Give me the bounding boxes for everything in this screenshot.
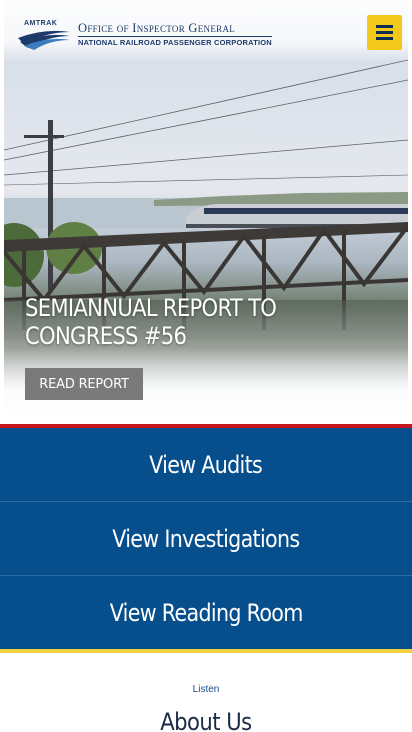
hamburger-icon (376, 25, 393, 28)
oig-logo[interactable]: AMTRAK Office of Inspector General NATIO… (16, 20, 272, 50)
hero-image (4, 0, 408, 424)
view-reading-room-label: View Reading Room (109, 599, 304, 627)
amtrak-logo-icon: AMTRAK (16, 20, 72, 50)
listen-link[interactable]: Listen (0, 684, 412, 695)
view-reading-room-link[interactable]: View Reading Room (0, 576, 412, 650)
about-us-heading: About Us (0, 708, 412, 732)
view-audits-label: View Audits (149, 450, 264, 479)
view-audits-link[interactable]: View Audits (0, 428, 412, 502)
read-report-button[interactable]: READ REPORT (25, 368, 143, 400)
hero-title: SEMIANNUAL REPORT TO CONGRESS #56 (25, 294, 277, 350)
view-investigations-label: View Investigations (112, 524, 300, 553)
view-investigations-link[interactable]: View Investigations (0, 502, 412, 576)
quick-links: View Audits View Investigations View Rea… (0, 428, 412, 650)
menu-button[interactable] (367, 15, 402, 50)
hero-section: AMTRAK Office of Inspector General NATIO… (0, 0, 412, 428)
logo-title: Office of Inspector General (78, 21, 236, 35)
train-bridge-photo (4, 59, 408, 424)
about-us-label: About Us (160, 708, 252, 732)
yellow-divider (0, 649, 412, 653)
logo-subtitle: NATIONAL RAILROAD PASSENGER CORPORATION (78, 38, 272, 47)
site-header: AMTRAK Office of Inspector General NATIO… (4, 0, 408, 62)
